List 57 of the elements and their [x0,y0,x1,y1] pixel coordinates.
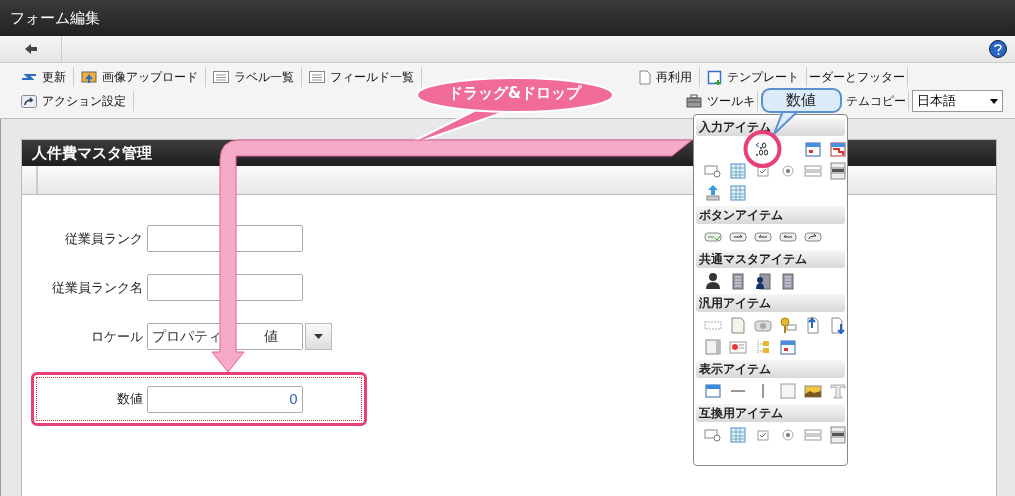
list-icon [213,71,229,83]
person-icon[interactable] [703,272,722,290]
caret-icon [990,98,998,104]
upload-icon[interactable] [703,184,722,202]
input-field[interactable]: 0 [147,385,303,413]
list-box-icon[interactable] [828,426,847,444]
help-icon[interactable] [989,40,1007,58]
toolbar-button[interactable]: テンプレート [700,67,807,87]
label-icon[interactable] [703,382,722,400]
search-box-icon[interactable] [703,426,722,444]
list-icon [309,71,325,83]
callout-text: 数値 [786,91,816,110]
toolbar-button[interactable]: 更新 [14,67,74,87]
image-icon[interactable] [803,382,822,400]
back-arrow-icon [23,43,38,55]
image-upload-icon [81,70,97,84]
file-download-icon[interactable] [828,316,847,334]
person-building-icon[interactable] [753,272,772,290]
arrows-icon [21,71,37,83]
toolbar-button[interactable]: ーダーとフッター [807,67,908,87]
palette-section-title: 互換用アイテム [696,404,845,422]
document-icon[interactable] [728,316,747,334]
toolbar-button[interactable]: テムコピー [844,91,909,111]
field-label: 従業員ランク [64,229,143,248]
document-icon [639,69,651,85]
language-select[interactable]: 日本語 [912,90,1003,112]
letter-t-icon[interactable] [828,382,847,400]
toolbox-icon [686,94,702,108]
dropdown-button[interactable] [305,323,332,350]
calendar-icon[interactable] [828,140,847,158]
field-label: 従業員ランク名 [51,278,143,297]
toolbar-button[interactable]: ラベル一覧 [206,67,302,87]
table-icon[interactable] [728,162,747,180]
palette-section-title: 表示アイテム [696,360,845,378]
field-label: 数値 [116,390,143,408]
callout-text: ドラッグ&ドロップ [448,84,582,103]
caret-icon [314,334,323,339]
toolbar-button[interactable]: フィールド一覧 [302,67,422,87]
toolbar-button[interactable]: アクション設定 [14,91,134,111]
palette-section-title: 汎用アイテム [696,294,845,312]
panel-icon[interactable] [703,338,722,356]
frame-icon [707,69,722,85]
list-box-icon[interactable] [828,162,847,180]
window-title: フォーム編集 [0,0,1015,36]
toolbar-button[interactable]: ツールキ [684,91,758,111]
table-icon[interactable] [728,184,747,202]
toolbar-button[interactable]: 画像アップロード [74,67,206,87]
toolbar-button[interactable]: 再利用 [632,67,700,87]
key-icon[interactable] [778,316,797,334]
calendar-icon[interactable] [803,140,822,158]
search-box-icon[interactable] [703,162,722,180]
calendar-icon[interactable] [778,338,797,356]
table-icon[interactable] [728,426,747,444]
palette-section-title: ボタンアイテム [696,206,845,224]
palette-section-title: 共通マスタアイテム [696,250,845,268]
field-label: ロケール [90,327,143,346]
card-icon[interactable] [728,338,747,356]
